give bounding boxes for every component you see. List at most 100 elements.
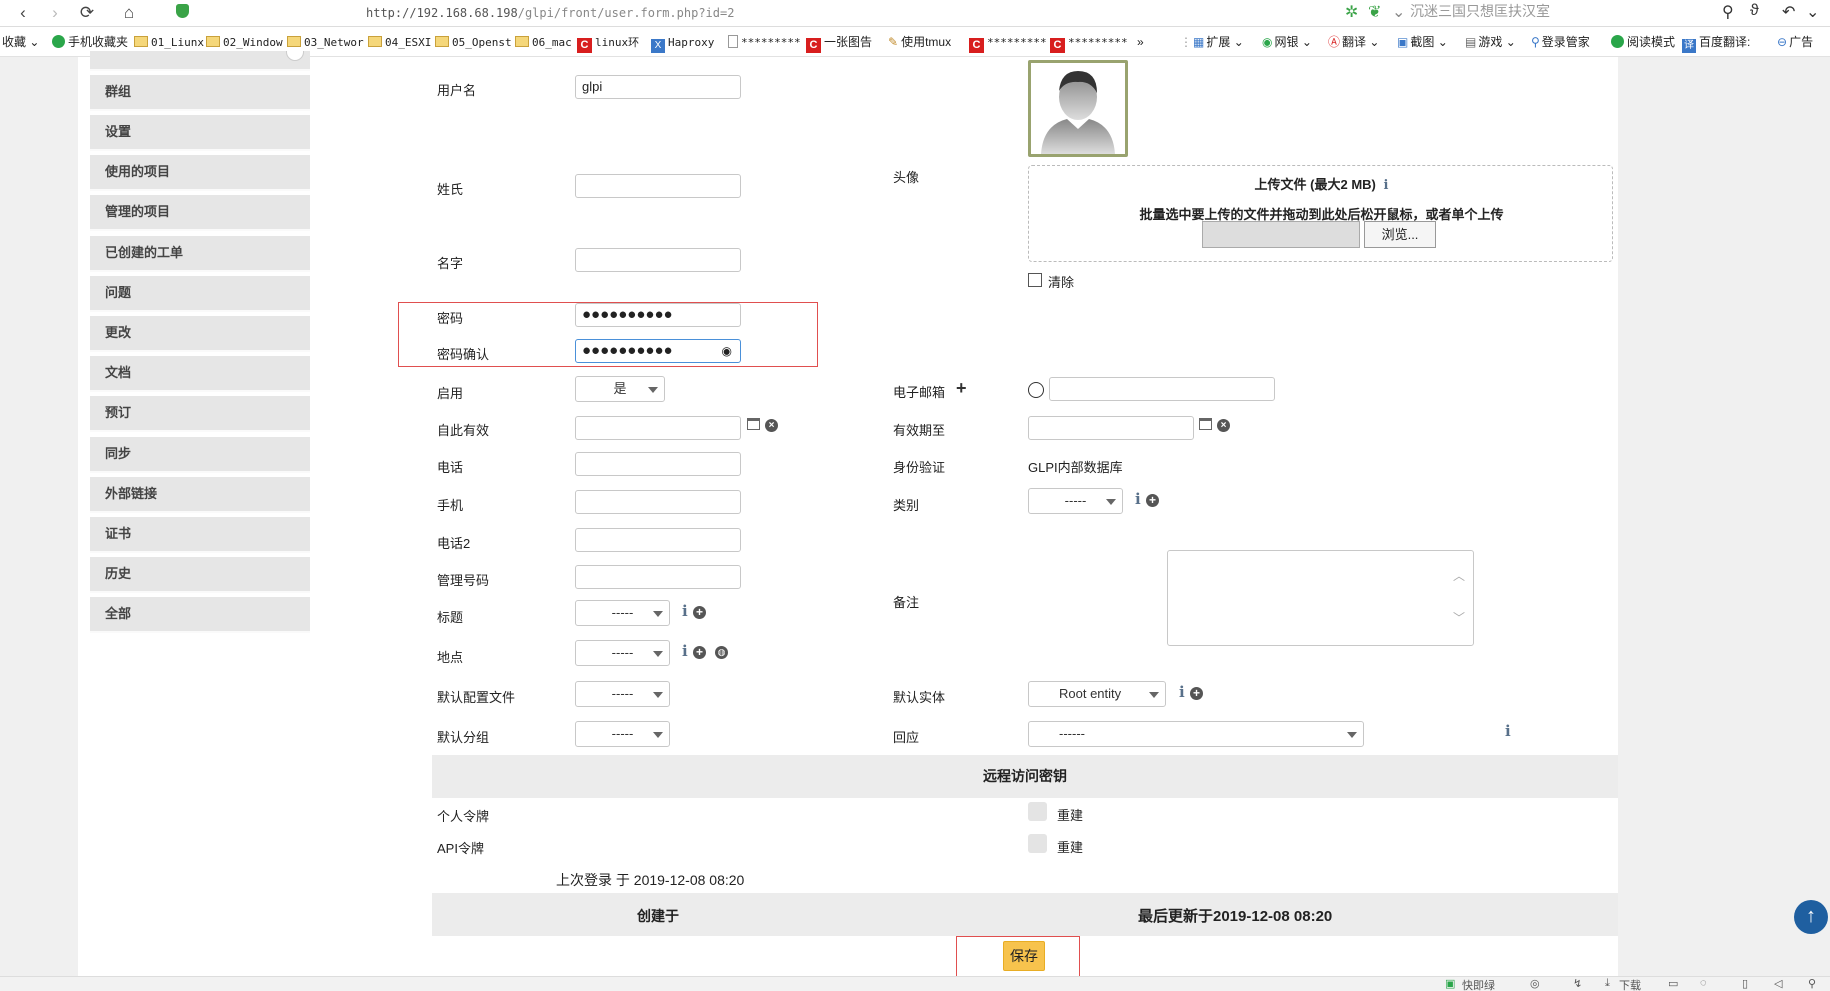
calendar-icon[interactable] (1199, 418, 1212, 430)
sidebar-item-managed-items[interactable]: 管理的项目 (90, 195, 310, 231)
bookmark-translate[interactable]: Ⓐ 翻译 ⌄ (1328, 34, 1379, 50)
dropdown-icon[interactable]: ⌄ (1392, 2, 1405, 22)
bookmark-tmux[interactable]: ✎ 使用tmux (888, 34, 951, 50)
bookmark-baidu-translate[interactable]: 译百度翻译: (1682, 34, 1750, 53)
regenerate-personal-token-checkbox[interactable] (1028, 802, 1047, 821)
sidebar-item-settings[interactable]: 设置 (90, 115, 310, 151)
statusbar-icon-e[interactable]: ▯ (1742, 977, 1748, 990)
file-path-field[interactable] (1202, 221, 1360, 248)
admin-number-input[interactable] (575, 565, 741, 589)
firstname-input[interactable] (575, 248, 741, 272)
eye-icon[interactable]: ◉ (722, 340, 732, 362)
search-icon[interactable]: ⚲ (1722, 2, 1734, 22)
statusbar-download[interactable]: 下载 (1619, 977, 1641, 991)
bookmark-page[interactable]: ********* (728, 34, 801, 51)
scroll-to-top-button[interactable]: ↑ (1794, 900, 1828, 934)
phone2-input[interactable] (575, 528, 741, 552)
sidebar-item-all[interactable]: 全部 (90, 597, 310, 633)
home-icon[interactable]: ⌂ (118, 2, 140, 24)
valid-until-input[interactable] (1028, 416, 1194, 440)
valid-since-input[interactable] (575, 416, 741, 440)
title-select[interactable]: ----- (575, 600, 670, 626)
clear-date-icon[interactable]: × (1217, 419, 1230, 432)
clear-date-icon[interactable]: × (765, 419, 778, 432)
regenerate-api-token-checkbox[interactable] (1028, 834, 1047, 853)
bookmark-games[interactable]: ▤ 游戏 ⌄ (1465, 34, 1516, 50)
info-icon[interactable]: i (682, 642, 688, 660)
bookmark-folder-window[interactable]: 02_Window (206, 34, 283, 51)
bookmark-masked-2[interactable]: C ********* (1050, 34, 1128, 53)
save-button[interactable]: 保存 (1003, 941, 1045, 971)
mobile-input[interactable] (575, 490, 741, 514)
download-icon[interactable]: ⤓ (1605, 977, 1610, 990)
address-bar[interactable]: http://192.168.68.198/glpi/front/user.fo… (170, 2, 1380, 24)
bookmark-folder-openstack[interactable]: 05_Openst (435, 34, 512, 51)
category-select[interactable]: ----- (1028, 488, 1123, 514)
add-email-icon[interactable]: + (956, 378, 967, 399)
refresh-site-icon[interactable]: ✲ (1345, 2, 1358, 22)
responsible-select[interactable]: ------ (1028, 721, 1364, 747)
info-icon[interactable]: i (682, 602, 688, 620)
statusbar-icon-d[interactable]: ◌ (1700, 977, 1707, 989)
bookmark-folder-esxi[interactable]: 04_ESXI (368, 34, 431, 51)
info-icon[interactable]: i (1179, 683, 1185, 701)
sidebar-item-sync[interactable]: 同步 (90, 437, 310, 473)
browse-button[interactable]: 浏览... (1364, 221, 1436, 248)
bookmark-favorites[interactable]: 收藏 ⌄ (2, 34, 39, 50)
sidebar-item-problems[interactable]: 问题 (90, 276, 310, 312)
back-icon[interactable]: ‹ (12, 2, 34, 24)
bookmark-mobile[interactable]: 手机收藏夹 (52, 34, 128, 50)
bookmark-haproxy[interactable]: X Haproxy (651, 34, 714, 53)
info-icon[interactable]: i (1135, 490, 1141, 508)
bookmark-ads[interactable]: ⊖ 广告 (1777, 34, 1813, 50)
bookmark-masked-1[interactable]: C ********* (969, 34, 1047, 53)
default-group-select[interactable]: ----- (575, 721, 670, 747)
bookmark-diagram[interactable]: C 一张图告 (806, 34, 872, 53)
password-confirm-input[interactable]: ●●●●●●●●●● ◉ (575, 339, 741, 363)
phone-input[interactable] (575, 452, 741, 476)
scroll-down-icon[interactable]: ﹀ (1453, 609, 1465, 626)
statusbar-fast[interactable]: 快即绿 (1462, 977, 1495, 991)
statusbar-icon-b[interactable]: ↯ (1573, 977, 1582, 990)
bookmark-login-manager[interactable]: ⚲ 登录管家 (1531, 34, 1590, 50)
bookmark-folder-network[interactable]: 03_Networ (287, 34, 364, 51)
sidebar-item-certificates[interactable]: 证书 (90, 517, 310, 553)
sidebar-item-history[interactable]: 历史 (90, 557, 310, 593)
email-input[interactable] (1049, 377, 1275, 401)
extension-icon[interactable]: ϑ (1750, 2, 1759, 20)
zoom-icon[interactable]: ⚲ (1808, 977, 1816, 990)
globe-icon[interactable]: ◍ (715, 646, 728, 659)
location-select[interactable]: ----- (575, 640, 670, 666)
add-icon[interactable]: + (693, 646, 706, 659)
upload-dropzone[interactable]: 上传文件 (最大2 MB) i 批量选中要上传的文件并拖动到此处后松开鼠标，或者… (1028, 165, 1613, 262)
volume-icon[interactable]: ◁ (1774, 977, 1782, 990)
clear-checkbox[interactable] (1028, 273, 1042, 287)
bookmark-reading-mode[interactable]: 阅读模式 (1611, 34, 1675, 50)
bookmark-folder-linux[interactable]: 01_Liunx (134, 34, 204, 51)
calendar-icon[interactable] (747, 418, 760, 430)
username-input[interactable]: glpi (575, 75, 741, 99)
email-default-radio[interactable] (1028, 382, 1044, 398)
sidebar-item-external-links[interactable]: 外部链接 (90, 477, 310, 513)
bookmarks-overflow[interactable]: » (1137, 34, 1144, 50)
fast-green-icon[interactable]: ▣ (1445, 977, 1455, 990)
sidebar-item-reservations[interactable]: 预订 (90, 396, 310, 432)
bookmark-screenshot[interactable]: ▣ 截图 ⌄ (1397, 34, 1448, 50)
comments-textarea[interactable]: ︿ ﹀ (1167, 550, 1474, 646)
sidebar-item-documents[interactable]: 文档 (90, 356, 310, 392)
bookmark-extensions[interactable]: ▦ 扩展 ⌄ (1193, 34, 1244, 50)
default-profile-select[interactable]: ----- (575, 681, 670, 707)
sidebar-item-groups[interactable]: 群组 (90, 75, 310, 111)
menu-chevron-icon[interactable]: ⌄ (1806, 2, 1819, 22)
sidebar-item-used-items[interactable]: 使用的项目 (90, 155, 310, 191)
sidebar-item-partial[interactable] (90, 51, 310, 71)
statusbar-icon-c[interactable]: ▭ (1668, 977, 1678, 990)
active-select[interactable]: 是 (575, 376, 665, 402)
info-icon[interactable]: i (1384, 178, 1389, 193)
scroll-up-icon[interactable]: ︿ (1453, 567, 1465, 584)
sidebar-item-created-tickets[interactable]: 已创建的工单 (90, 236, 310, 272)
info-icon[interactable]: i (1505, 722, 1511, 740)
bookmark-folder-mac[interactable]: 06_mac (515, 34, 572, 51)
lastname-input[interactable] (575, 174, 741, 198)
forward-icon[interactable]: › (44, 2, 66, 24)
